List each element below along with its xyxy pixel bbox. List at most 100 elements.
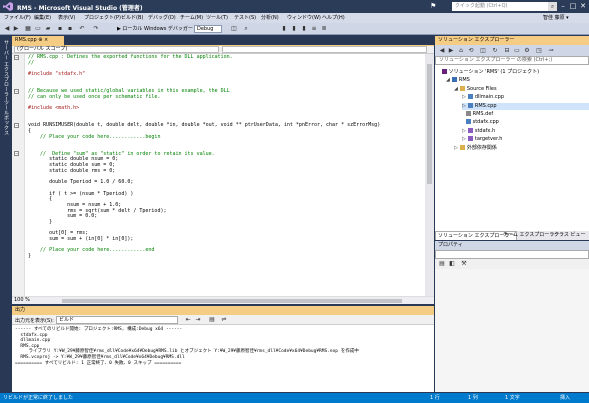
menu-file[interactable]: ファイル(F) — [4, 14, 31, 21]
forward-icon[interactable]: ▶ — [447, 47, 455, 55]
undo-icon[interactable]: ↶ — [78, 25, 86, 33]
expander-icon[interactable]: ◢ — [446, 77, 450, 83]
output-source-dropdown[interactable]: ビルド — [56, 316, 178, 324]
tree-item[interactable]: ◢ RMS — [446, 77, 589, 84]
expander-icon[interactable]: ◢ — [454, 86, 458, 92]
scroll-thumb[interactable] — [62, 299, 402, 303]
menu-project[interactable]: プロジェクト(P) — [84, 14, 121, 21]
show-all-files-icon[interactable]: ▭ — [513, 47, 521, 55]
tree-item[interactable]: ▷ stdafx.h — [462, 127, 589, 135]
find-icon[interactable]: ⌕ — [242, 25, 250, 33]
forward-icon[interactable]: ▶ — [12, 25, 20, 33]
expander-icon[interactable]: ▷ — [454, 145, 458, 151]
redo-icon[interactable]: ↷ — [92, 25, 100, 33]
notification-flag-icon[interactable]: ⚑ — [430, 2, 436, 10]
open-folder-icon[interactable]: ▰ — [44, 25, 52, 33]
expander-icon[interactable]: ▷ — [462, 128, 466, 134]
new-file-icon[interactable]: ▭ — [34, 25, 42, 33]
search-icon[interactable]: ⌕ — [548, 2, 557, 11]
attach-icon[interactable]: ◫ — [230, 25, 238, 33]
tree-item[interactable]: stdafx.cpp — [462, 119, 589, 126]
save-icon[interactable]: ▪ — [56, 25, 64, 33]
uncomment-icon[interactable]: ≣ — [320, 25, 328, 33]
scope-dropdown[interactable]: (グローバル スコープ) — [14, 46, 219, 53]
expander-icon[interactable] — [438, 69, 440, 75]
close-button[interactable]: ✕ — [578, 0, 588, 13]
editor-vertical-scrollbar[interactable] — [425, 54, 434, 296]
collapse-icon[interactable]: − — [14, 89, 19, 94]
menu-analyze[interactable]: 分析(N) — [261, 14, 279, 21]
user-account[interactable]: 智佳 藤原 ▾ — [543, 14, 569, 21]
solution-config-icon[interactable]: ▦ — [24, 25, 32, 33]
home-icon[interactable]: ⌂ — [457, 47, 465, 55]
tree-item[interactable]: ▷ dllmain.cpp — [462, 94, 589, 101]
toolbox-tab[interactable]: ツールボックス — [2, 100, 10, 135]
scroll-thumb[interactable] — [427, 64, 432, 184]
menu-view[interactable]: 表示(V) — [58, 14, 75, 21]
expander-icon[interactable]: ▷ — [462, 136, 466, 142]
start-debugging-button[interactable]: ▶ ローカル Windows デバッガー ▾ — [117, 25, 197, 32]
back-icon[interactable]: ◀ — [3, 25, 11, 33]
expander-icon[interactable]: ▷ — [462, 103, 466, 109]
quick-launch-input[interactable]: クイック起動 (Ctrl+Q) — [452, 2, 548, 11]
editor-horizontal-scrollbar[interactable]: 100 % — [12, 296, 434, 304]
code-editor[interactable]: − − − − // RMS.cpp : Defines the exporte… — [12, 54, 434, 296]
properties-grid[interactable] — [435, 269, 589, 392]
tree-item[interactable]: ▷ targetver.h — [462, 136, 589, 143]
code-line[interactable]: } — [28, 253, 380, 260]
preview-icon[interactable]: ◳ — [535, 47, 543, 55]
member-dropdown[interactable] — [222, 46, 427, 53]
menu-debug[interactable]: デバッグ(D) — [148, 14, 176, 21]
back-icon[interactable]: ◀ — [438, 47, 446, 55]
tree-item[interactable]: ソリューション 'RMS' (1 プロジェクト) — [438, 69, 589, 76]
output-text-area[interactable]: ------ すべてのリビルド開始: プロジェクト:RMS, 構成:Debug … — [12, 325, 434, 392]
next-message-icon[interactable]: ⇥ — [194, 316, 202, 324]
tree-item[interactable]: ▷ 外部依存関係 — [454, 144, 589, 152]
properties-icon[interactable]: ⚙ — [523, 47, 531, 55]
collapse-icon[interactable]: − — [14, 151, 19, 156]
collapse-icon[interactable]: − — [14, 55, 19, 60]
collapse-all-icon[interactable]: ⊟ — [503, 47, 511, 55]
minimize-button[interactable]: – — [558, 0, 568, 13]
configuration-dropdown[interactable]: Debug — [194, 25, 222, 33]
tab-class-view[interactable]: クラス ビュー — [552, 231, 588, 240]
menu-test[interactable]: テスト(S) — [234, 14, 256, 21]
find-message-icon[interactable]: ⇤ — [184, 316, 192, 324]
server-explorer-tab[interactable]: サーバー エクスプローラー — [2, 40, 10, 102]
expander-icon[interactable]: ▷ — [462, 94, 466, 100]
tree-item[interactable]: ▷ RMS.cpp — [462, 102, 589, 110]
code-line[interactable]: void RUNSIMUSER(double t, double delt, d… — [28, 123, 380, 129]
properties-object-selector[interactable] — [435, 250, 589, 259]
collapse-icon[interactable]: − — [14, 123, 19, 128]
code-text[interactable]: // RMS.cpp : Defines the exported functi… — [28, 54, 380, 260]
bookmark-next-icon[interactable]: ▮ — [300, 25, 308, 33]
property-pages-icon[interactable]: ◧ — [448, 260, 456, 268]
save-all-icon[interactable]: ▪ — [66, 25, 74, 33]
comment-icon[interactable]: ≡ — [310, 25, 318, 33]
solution-tree[interactable]: ソリューション 'RMS' (1 プロジェクト) ◢ RMS ◢ Source File… — [435, 65, 589, 231]
word-wrap-icon[interactable]: ⇌ — [220, 316, 228, 324]
expander-icon[interactable] — [462, 119, 464, 125]
maximize-button[interactable]: □ — [568, 0, 578, 13]
pending-changes-icon[interactable]: ◫ — [479, 47, 487, 55]
menu-edit[interactable]: 編集(E) — [34, 14, 51, 21]
expander-icon[interactable] — [462, 111, 464, 117]
menu-help[interactable]: ヘルプ(H) — [322, 14, 345, 21]
document-tab-rms-cpp[interactable]: RMS.cpp ⊕ × — [12, 36, 64, 45]
categorized-icon[interactable]: ▤ — [438, 260, 446, 268]
pin-icon[interactable]: ⊸ — [547, 47, 555, 55]
solution-explorer-search[interactable]: ソリューション エクスプローラー の検索 (Ctrl+;) — [435, 56, 589, 65]
tree-item[interactable]: RMS.def — [462, 111, 589, 118]
bookmark-prev-icon[interactable]: ▮ — [290, 25, 298, 33]
bookmark-icon[interactable]: ▮ — [280, 25, 288, 33]
menu-window[interactable]: ウィンドウ(W) — [287, 14, 321, 21]
tree-item[interactable]: ◢ Source Files — [454, 85, 589, 93]
menu-tools[interactable]: ツール(T) — [206, 14, 228, 21]
zoom-level[interactable]: 100 % — [14, 297, 30, 304]
wrench-icon[interactable]: ⚒ — [460, 260, 468, 268]
menu-build[interactable]: ビルド(B) — [121, 14, 143, 21]
refresh-icon[interactable]: ↻ — [491, 47, 499, 55]
clear-all-icon[interactable]: ▤ — [208, 316, 216, 324]
sync-icon[interactable]: ⟲ — [467, 47, 475, 55]
menu-team[interactable]: チーム(M) — [180, 14, 203, 21]
